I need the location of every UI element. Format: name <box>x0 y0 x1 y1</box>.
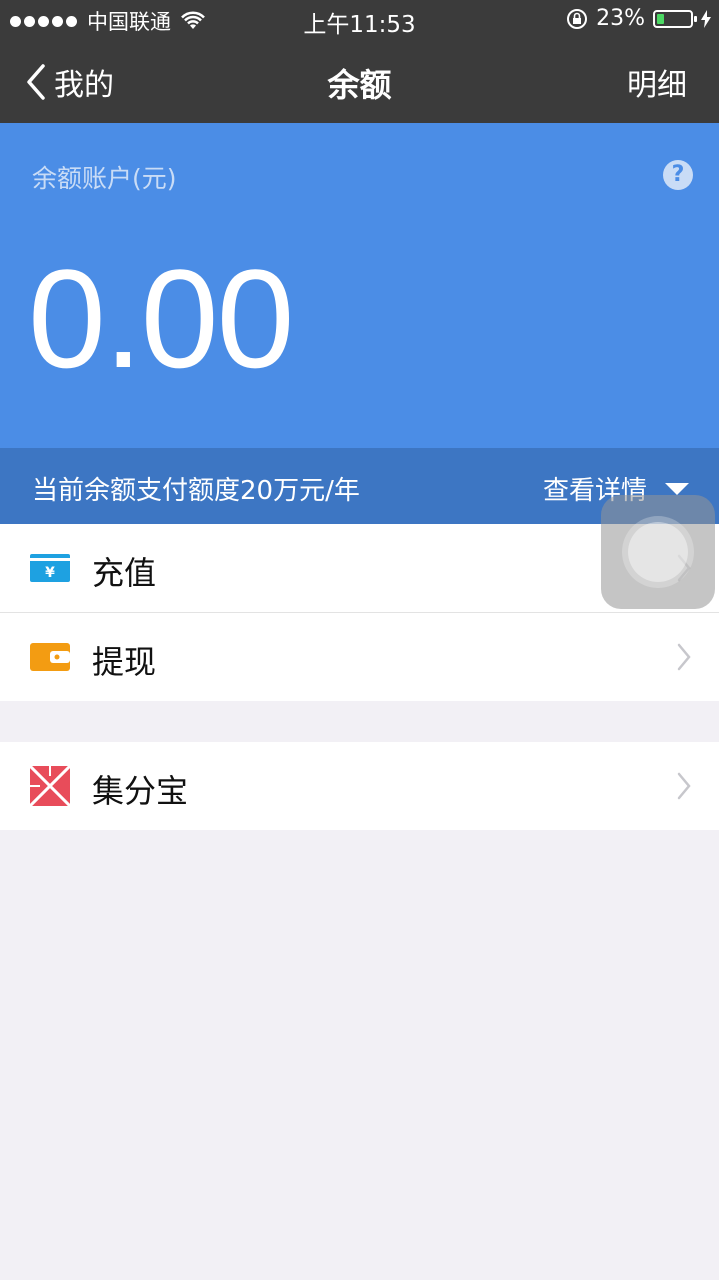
menu-item-jifenbao[interactable]: 集分宝 <box>0 742 719 830</box>
assistive-touch-button[interactable] <box>601 495 715 609</box>
menu-label-recharge: 充值 <box>92 554 157 592</box>
wallet-icon <box>30 643 70 671</box>
svg-text:¥: ¥ <box>45 565 55 581</box>
back-label: 我的 <box>54 68 114 103</box>
battery-percent: 23% <box>596 6 645 31</box>
assistive-touch-icon <box>628 522 688 582</box>
charging-icon <box>701 9 711 28</box>
chevron-left-icon <box>27 64 45 100</box>
status-bar: 中国联通 上午11:53 23% <box>0 0 719 40</box>
chevron-right-icon <box>677 643 691 671</box>
menu-item-withdraw[interactable]: 提现 <box>0 613 719 701</box>
caret-down-icon <box>665 482 689 495</box>
quota-text: 当前余额支付额度20万元/年 <box>32 476 360 506</box>
jifenbao-icon <box>30 766 70 806</box>
balance-account-label: 余额账户(元) <box>32 164 177 193</box>
menu-label-jifenbao: 集分宝 <box>92 772 189 810</box>
back-button[interactable]: 我的 <box>26 60 114 104</box>
status-right: 23% <box>566 6 711 31</box>
chevron-right-icon <box>677 772 691 800</box>
menu-label-withdraw: 提现 <box>92 643 157 681</box>
details-button[interactable]: 明细 <box>627 60 687 104</box>
menu-group-points: 集分宝 <box>0 742 719 830</box>
balance-amount: 0.00 <box>28 240 294 397</box>
battery-icon <box>653 9 697 28</box>
balance-card: 余额账户(元) ? 0.00 <box>0 123 719 448</box>
navigation-bar: 我的 余额 明细 <box>0 40 719 123</box>
orientation-lock-icon <box>567 8 588 29</box>
help-icon[interactable]: ? <box>663 160 693 190</box>
yuan-card-icon: ¥ <box>30 554 70 582</box>
